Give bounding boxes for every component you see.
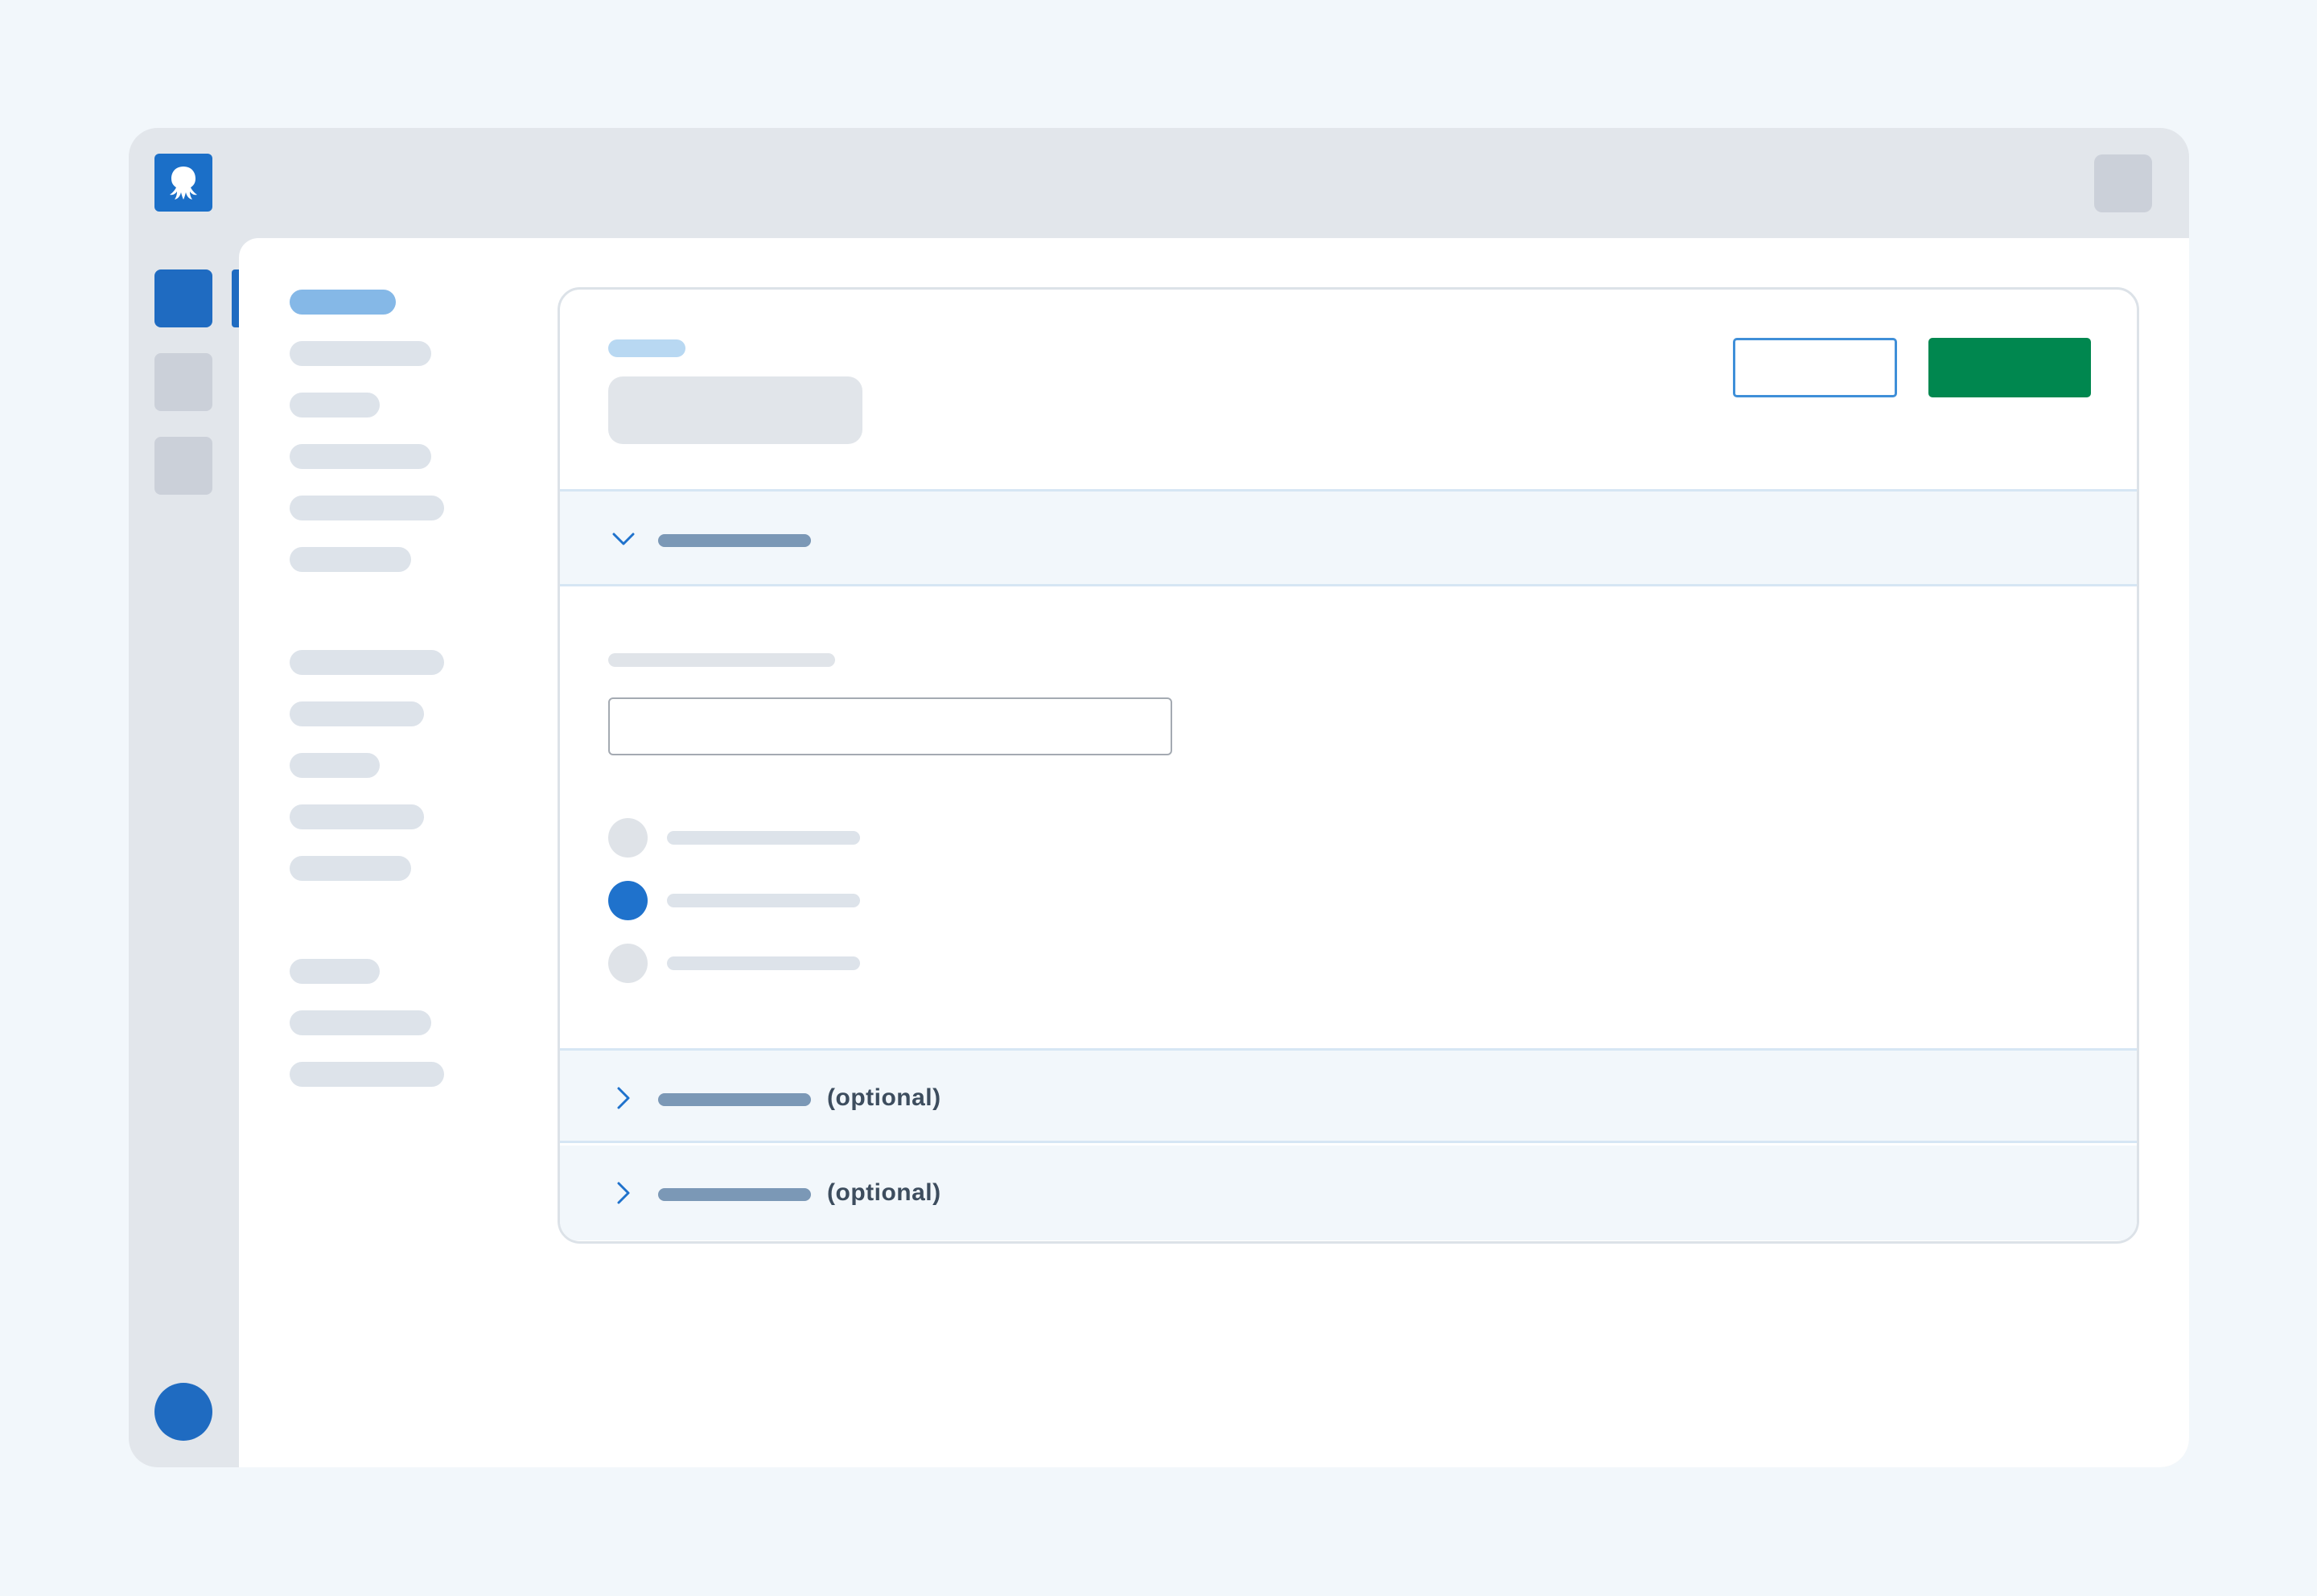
submenu-item[interactable] — [290, 1062, 444, 1087]
avatar[interactable] — [154, 1383, 212, 1441]
save-button[interactable] — [1928, 338, 2091, 397]
page-title — [608, 376, 862, 444]
nav-item-1[interactable] — [154, 269, 212, 327]
nav-item-3[interactable] — [154, 437, 212, 495]
top-right-control[interactable] — [2094, 154, 2152, 212]
text-field[interactable] — [608, 697, 1172, 755]
section-title — [658, 534, 811, 547]
submenu-item[interactable] — [290, 753, 380, 778]
section-header-optional-1[interactable]: (optional) — [560, 1048, 2137, 1143]
field-label — [608, 653, 835, 667]
secondary-button[interactable] — [1733, 338, 1897, 397]
radio-label — [667, 956, 860, 970]
submenu-item[interactable] — [290, 959, 380, 984]
radio-label — [667, 831, 860, 845]
radio-label — [667, 894, 860, 907]
card-header — [560, 290, 2137, 492]
chevron-down-icon — [612, 533, 635, 545]
form-card: (optional) (optional) — [558, 287, 2139, 1244]
submenu-item[interactable] — [290, 856, 411, 881]
radio-option-2[interactable] — [608, 881, 648, 920]
submenu-item[interactable] — [290, 1010, 431, 1035]
section-title — [658, 1188, 811, 1201]
submenu-item[interactable] — [290, 393, 380, 418]
chevron-right-icon — [617, 1087, 630, 1109]
optional-tag: (optional) — [827, 1084, 941, 1111]
submenu-item[interactable] — [290, 650, 444, 675]
submenu-item[interactable] — [290, 804, 424, 829]
submenu-item[interactable] — [290, 547, 411, 572]
breadcrumb[interactable] — [608, 339, 685, 357]
section-title — [658, 1093, 811, 1106]
submenu-item[interactable] — [290, 444, 431, 469]
section-header-optional-2[interactable]: (optional) — [560, 1146, 2137, 1240]
radio-option-3[interactable] — [608, 944, 648, 983]
submenu-item-active[interactable] — [290, 290, 396, 315]
optional-tag: (optional) — [827, 1179, 941, 1206]
submenu-item[interactable] — [290, 701, 424, 726]
submenu-item[interactable] — [290, 496, 444, 520]
submenu-item[interactable] — [290, 341, 431, 366]
radio-option-1[interactable] — [608, 818, 648, 858]
octopus-logo-icon[interactable] — [154, 154, 212, 212]
section-header-expanded[interactable] — [560, 492, 2137, 586]
octopus-glyph — [170, 167, 197, 200]
nav-item-2[interactable] — [154, 353, 212, 411]
chevron-right-icon — [617, 1182, 630, 1204]
